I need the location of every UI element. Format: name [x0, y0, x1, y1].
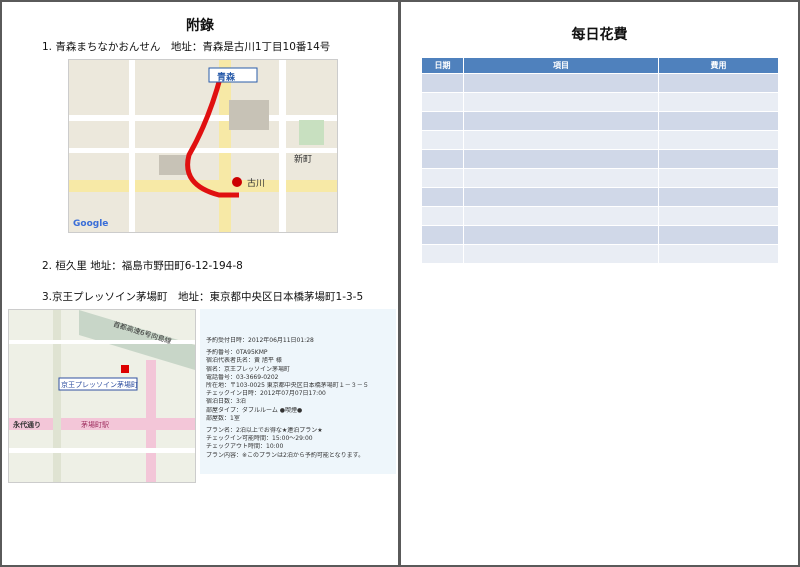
address-item-1: 1. 青森まちなかおんせん 地址：青森是古川1丁目10番14号 — [42, 41, 331, 53]
booking-line: チェックイン日時：2012年07月07日17:00 — [206, 390, 326, 398]
table-row — [421, 92, 779, 112]
table-cell[interactable] — [463, 73, 659, 93]
booking-line: プラン名：2泊以上でお得な★連泊プラン★ — [206, 427, 323, 435]
left-page: 附錄 1. 青森まちなかおんせん 地址：青森是古川1丁目10番14号 青森 新町… — [2, 2, 398, 565]
table-cell[interactable] — [658, 187, 779, 207]
table-cell[interactable] — [463, 92, 659, 112]
table-cell[interactable] — [658, 244, 779, 264]
map-area-label: 古川 — [247, 179, 266, 189]
booking-line: 宿名：京王プレッソイン茅場町 — [206, 365, 291, 373]
table-cell[interactable] — [421, 168, 464, 188]
address-item-3: 3.京王プレッソイン茅場町 地址：東京都中央区日本橋茅場町1-3-5 — [42, 291, 364, 303]
table-cell[interactable] — [463, 168, 659, 188]
google-logo: Google — [73, 219, 109, 229]
map-aomori: 青森 新町 古川 Google — [68, 59, 338, 233]
table-cell[interactable] — [658, 73, 779, 93]
booking-line: 予約番号：0TA95KMP — [206, 349, 268, 357]
station-label: 茅場町駅 — [81, 421, 109, 429]
booking-line: 宿泊日数：3泊 — [206, 398, 246, 406]
table-cell[interactable] — [421, 111, 464, 131]
header-item: 項目 — [463, 57, 659, 74]
booking-line: 予約受付日時：2012年06月11日01:28 — [206, 337, 314, 344]
table-row — [421, 111, 779, 131]
booking-line: 部屋タイプ：ダブルルーム ●喫煙● — [206, 406, 303, 414]
table-cell[interactable] — [421, 149, 464, 169]
booking-line: 電話番号：03-3669-0202 — [206, 373, 279, 381]
table-cell[interactable] — [658, 111, 779, 131]
map-station-label: 青森 — [217, 73, 236, 83]
table-cell[interactable] — [658, 225, 779, 245]
map-aomori-graphic — [69, 60, 337, 232]
table-cell[interactable] — [463, 130, 659, 150]
table-row — [421, 244, 779, 264]
right-page: 每日花費 日期 項目 費用 — [401, 2, 798, 565]
booking-line: 所在地：〒103-0025 東京都中央区日本橋茅場町１－３－５ — [206, 382, 369, 390]
table-row — [421, 73, 779, 93]
table-cell[interactable] — [421, 92, 464, 112]
table-cell[interactable] — [463, 206, 659, 226]
table-cell[interactable] — [658, 206, 779, 226]
booking-details: 予約受付日時：2012年06月11日01:28 予約番号：0TA95KMP 宿泊… — [200, 309, 396, 474]
table-row — [421, 130, 779, 150]
expense-table: 日期 項目 費用 — [421, 57, 779, 264]
booking-line: 宿泊代表者氏名：黄 旭平 様 — [206, 357, 282, 365]
table-row — [421, 206, 779, 226]
booking-line: チェックアウト時間：10:00 — [206, 443, 284, 451]
booking-line: 部屋数：1室 — [206, 414, 240, 422]
table-cell[interactable] — [421, 187, 464, 207]
booking-line: チェックイン可能時間：15:00～29:00 — [206, 435, 313, 443]
map-kayabacho: 首都高速6号向島線 永代通り 茅場町駅 京王プレッソイン茅場町 — [8, 309, 196, 483]
table-cell[interactable] — [463, 244, 659, 264]
table-cell[interactable] — [463, 111, 659, 131]
table-header-row: 日期 項目 費用 — [421, 57, 779, 74]
street-label: 永代通り — [13, 421, 41, 429]
table-cell[interactable] — [421, 244, 464, 264]
page-title: 每日花費 — [571, 27, 628, 43]
map-area-label: 新町 — [294, 155, 313, 165]
table-cell[interactable] — [463, 225, 659, 245]
table-cell[interactable] — [658, 168, 779, 188]
header-date: 日期 — [421, 57, 464, 74]
table-cell[interactable] — [658, 130, 779, 150]
table-row — [421, 187, 779, 207]
header-cost: 費用 — [658, 57, 779, 74]
table-cell[interactable] — [421, 206, 464, 226]
table-cell[interactable] — [658, 149, 779, 169]
table-cell[interactable] — [463, 187, 659, 207]
address-item-2: 2. 桓久里 地址：福島市野田町6-12-194-8 — [42, 260, 243, 272]
table-row — [421, 168, 779, 188]
table-cell[interactable] — [658, 92, 779, 112]
table-row — [421, 149, 779, 169]
table-row — [421, 225, 779, 245]
page-title: 附錄 — [186, 18, 214, 34]
hotel-label: 京王プレッソイン茅場町 — [61, 381, 138, 389]
booking-line: プラン内容：※このプランは2泊から予約可能となります。 — [206, 451, 365, 459]
table-cell[interactable] — [421, 73, 464, 93]
table-cell[interactable] — [421, 225, 464, 245]
table-cell[interactable] — [463, 149, 659, 169]
table-cell[interactable] — [421, 130, 464, 150]
